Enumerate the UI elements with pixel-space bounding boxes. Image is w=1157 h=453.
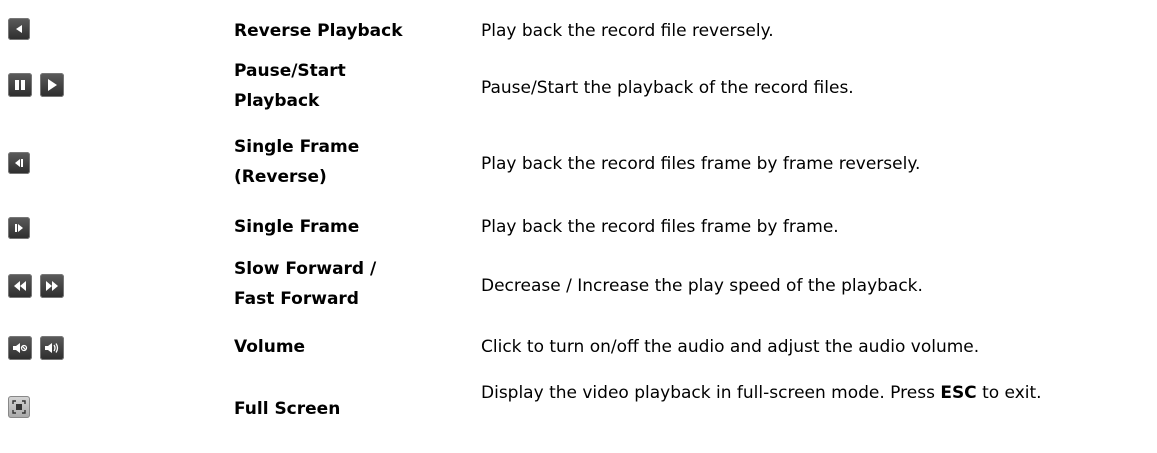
table-row: Single Frame (Reverse) Play back the rec… <box>0 132 1157 200</box>
control-description: Pause/Start the playback of the record f… <box>481 78 854 98</box>
control-name: Slow Forward / Fast Forward <box>234 259 377 309</box>
control-name: Single Frame (Reverse) <box>234 137 360 187</box>
playback-controls-table: Reverse Playback Play back the record fi… <box>0 0 1157 453</box>
fast-forward-icon[interactable] <box>40 274 64 298</box>
control-name: Volume <box>234 337 306 357</box>
reverse-play-icon[interactable] <box>8 18 30 40</box>
pause-icon[interactable] <box>8 73 32 97</box>
table-row: Pause/Start Playback Pause/Start the pla… <box>0 56 1157 124</box>
control-description: Click to turn on/off the audio and adjus… <box>481 337 980 357</box>
single-frame-reverse-icon[interactable] <box>8 152 30 174</box>
control-name: Single Frame <box>234 217 360 237</box>
table-row: Full Screen Display the video playback i… <box>0 374 1157 446</box>
control-description: Play back the record files frame by fram… <box>481 217 839 237</box>
esc-key-label: ESC <box>940 383 977 403</box>
table-row: Reverse Playback Play back the record fi… <box>0 14 1157 48</box>
control-description: Display the video playback in full-scree… <box>481 383 1042 403</box>
control-name: Pause/Start Playback <box>234 61 346 111</box>
slow-forward-icon[interactable] <box>8 274 32 298</box>
control-name: Reverse Playback <box>234 21 403 41</box>
control-description: Decrease / Increase the play speed of th… <box>481 276 923 296</box>
audio-off-icon[interactable] <box>8 336 32 360</box>
table-row: Volume Click to turn on/off the audio an… <box>0 330 1157 366</box>
full-screen-icon[interactable] <box>8 396 30 418</box>
single-frame-forward-icon[interactable] <box>8 217 30 239</box>
table-row: Slow Forward / Fast Forward Decrease / I… <box>0 254 1157 322</box>
control-name: Full Screen <box>234 399 341 419</box>
audio-on-icon[interactable] <box>40 336 64 360</box>
control-description: Play back the record file reversely. <box>481 21 774 41</box>
play-icon[interactable] <box>40 73 64 97</box>
control-description: Play back the record files frame by fram… <box>481 154 921 174</box>
table-row: Single Frame Play back the record files … <box>0 208 1157 246</box>
